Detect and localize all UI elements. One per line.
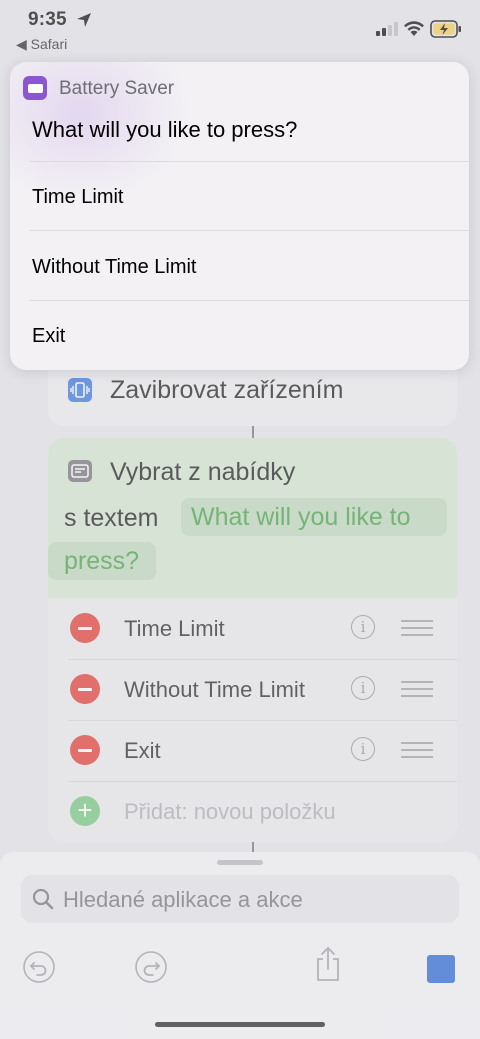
menu-alert-popup: Battery Saver What will you like to pres… — [10, 62, 469, 370]
alert-option-exit[interactable]: Exit — [32, 325, 65, 348]
alert-app-name: Battery Saver — [59, 78, 175, 99]
alert-option-without-time-limit[interactable]: Without Time Limit — [32, 256, 196, 279]
battery-saver-icon — [23, 76, 47, 100]
alert-option-time-limit[interactable]: Time Limit — [32, 186, 123, 209]
alert-question: What will you like to press? — [32, 117, 298, 142]
alert-divider — [30, 300, 469, 301]
alert-divider — [30, 161, 469, 162]
alert-divider — [30, 230, 469, 231]
